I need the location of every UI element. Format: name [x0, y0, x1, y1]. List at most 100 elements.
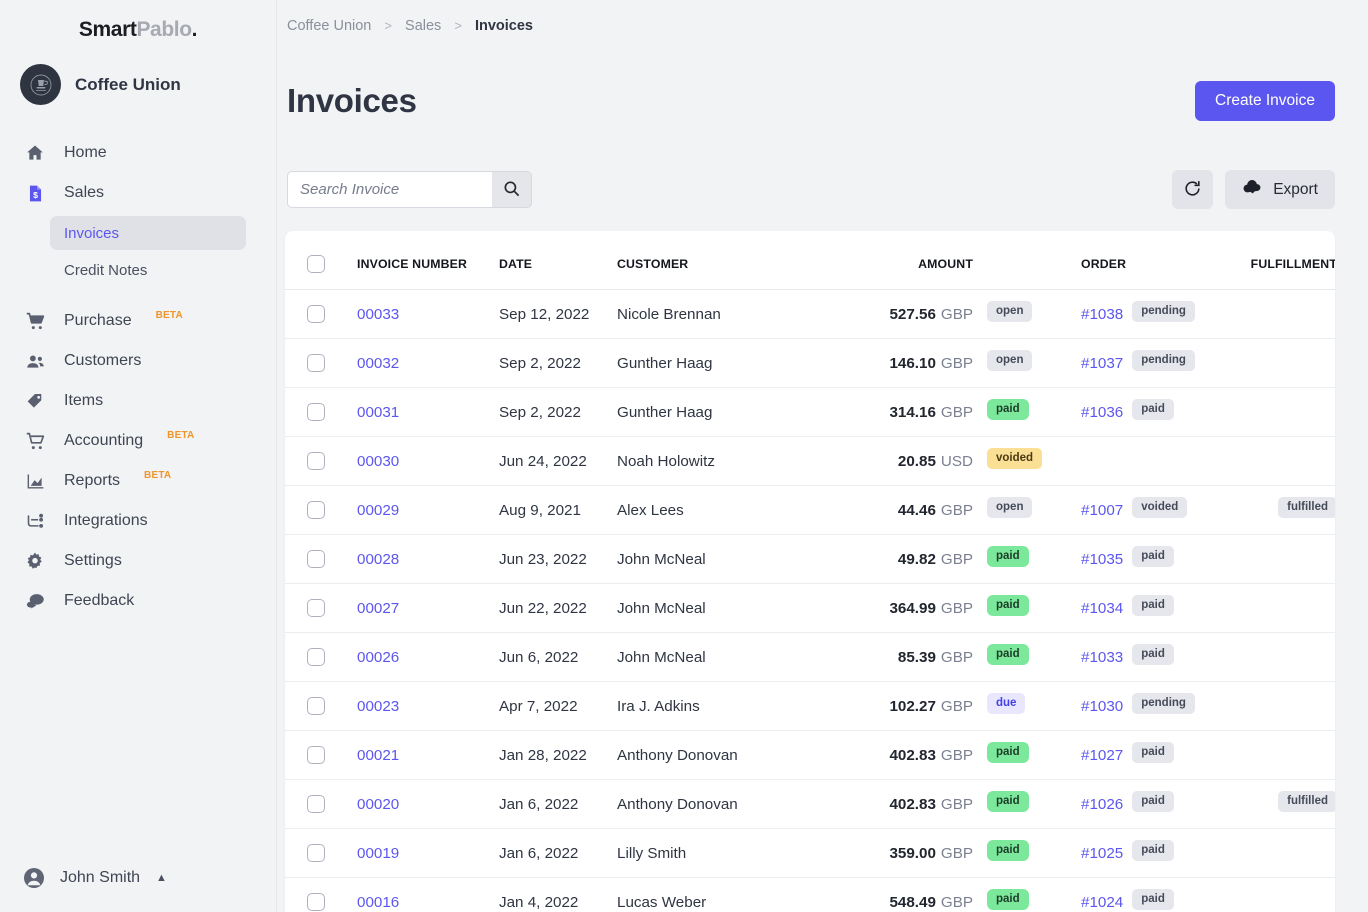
table-row[interactable]: 00032 Sep 2, 2022 Gunther Haag 146.10 GBP ope… [285, 338, 1335, 389]
row-checkbox[interactable] [307, 648, 325, 667]
breadcrumb-item-org[interactable]: Coffee Union [287, 18, 371, 34]
row-checkbox[interactable] [307, 305, 325, 324]
invoice-link[interactable]: 00026 [357, 649, 399, 666]
order-link[interactable]: #1034 [1081, 600, 1123, 617]
row-checkbox[interactable] [307, 746, 325, 765]
order-status-badge: pending [1132, 349, 1195, 371]
invoice-link[interactable]: 00028 [357, 551, 399, 568]
column-customer[interactable]: CUSTOMER [617, 231, 813, 291]
column-date[interactable]: DATE [499, 231, 617, 291]
invoice-link[interactable]: 00031 [357, 404, 399, 421]
create-invoice-button[interactable]: Create Invoice [1195, 81, 1335, 122]
order-link[interactable]: #1038 [1081, 306, 1123, 323]
order-link[interactable]: #1026 [1081, 796, 1123, 813]
order-link[interactable]: #1030 [1081, 698, 1123, 715]
search-button[interactable] [492, 171, 532, 209]
search-input[interactable] [287, 171, 492, 209]
invoice-link[interactable]: 00029 [357, 502, 399, 519]
table-body: 00033 Sep 12, 2022 Nicole Brennan 527.56 GBP… [285, 289, 1335, 912]
row-checkbox[interactable] [307, 795, 325, 814]
sidebar-item-customers[interactable]: Customers [0, 341, 276, 381]
amount-value: 85.39 [897, 648, 936, 666]
table-row[interactable]: 00029 Aug 9, 2021 Alex Lees 44.46 GBP open #10… [285, 485, 1335, 536]
table-row[interactable]: 00033 Sep 12, 2022 Nicole Brennan 527.56 GBP… [285, 289, 1335, 340]
invoice-link[interactable]: 00020 [357, 796, 399, 813]
cell-fulfillment: fulfilled [1226, 485, 1335, 536]
page-title: Invoices [287, 82, 417, 120]
invoice-link[interactable]: 00027 [357, 600, 399, 617]
table-row[interactable]: 00027 Jun 22, 2022 John McNeal 364.99 GBP pai… [285, 583, 1335, 634]
invoice-link[interactable]: 00032 [357, 355, 399, 372]
invoice-link[interactable]: 00016 [357, 894, 399, 911]
cell-date: Jun 6, 2022 [499, 632, 617, 683]
cell-fulfillment [1226, 387, 1335, 438]
table-row[interactable]: 00028 Jun 23, 2022 John McNeal 49.82 GBP paid… [285, 534, 1335, 585]
order-link[interactable]: #1027 [1081, 747, 1123, 764]
sidebar-item-feedback[interactable]: Feedback [0, 581, 276, 621]
status-badge: open [987, 496, 1033, 518]
table-row[interactable]: 00019 Jan 6, 2022 Lilly Smith 359.00 GBP paid… [285, 828, 1335, 879]
order-link[interactable]: #1024 [1081, 894, 1123, 911]
chevron-up-icon[interactable]: ▲ [156, 872, 167, 884]
cell-fulfillment: fulfilled [1226, 779, 1335, 830]
cell-status: paid [973, 828, 1081, 879]
sidebar-item-home[interactable]: Home [0, 133, 276, 173]
sidebar-item-invoices[interactable]: Invoices [50, 216, 246, 250]
column-fulfillment[interactable]: FULFILLMENT [1226, 231, 1335, 291]
row-checkbox[interactable] [307, 893, 325, 912]
invoice-link[interactable]: 00019 [357, 845, 399, 862]
invoice-link[interactable]: 00030 [357, 453, 399, 470]
select-all-checkbox[interactable] [307, 255, 325, 274]
row-checkbox[interactable] [307, 599, 325, 618]
invoice-link[interactable]: 00023 [357, 698, 399, 715]
row-checkbox[interactable] [307, 452, 325, 471]
sidebar-item-items[interactable]: Items [0, 381, 276, 421]
order-link[interactable]: #1036 [1081, 404, 1123, 421]
sidebar-item-reports[interactable]: Reports BETA [0, 461, 276, 501]
table-row[interactable]: 00016 Jan 4, 2022 Lucas Weber 548.49 GBP paid… [285, 877, 1335, 912]
sidebar-item-integrations[interactable]: Integrations [0, 501, 276, 541]
export-button[interactable]: Export [1225, 170, 1335, 210]
invoice-link[interactable]: 00033 [357, 306, 399, 323]
row-checkbox[interactable] [307, 403, 325, 422]
user-menu[interactable]: John Smith ▲ [0, 866, 276, 912]
order-link[interactable]: #1025 [1081, 845, 1123, 862]
sidebar-item-purchase[interactable]: Purchase BETA [0, 301, 276, 341]
column-invoice-number[interactable]: INVOICE NUMBER [357, 231, 499, 291]
org-switcher[interactable]: Coffee Union [0, 42, 276, 105]
cell-order: #1030 pending [1081, 681, 1226, 732]
amount-currency: GBP [940, 844, 973, 862]
row-checkbox[interactable] [307, 354, 325, 373]
sidebar-item-accounting[interactable]: Accounting BETA [0, 421, 276, 461]
row-checkbox[interactable] [307, 844, 325, 863]
table-row[interactable]: 00031 Sep 2, 2022 Gunther Haag 314.16 GBP pai… [285, 387, 1335, 438]
table-row[interactable]: 00020 Jan 6, 2022 Anthony Donovan 402.83 GBP… [285, 779, 1335, 830]
column-order[interactable]: ORDER [1081, 231, 1226, 291]
sidebar-item-settings[interactable]: Settings [0, 541, 276, 581]
cell-date: Jan 6, 2022 [499, 779, 617, 830]
breadcrumb-separator: > [454, 18, 462, 33]
cell-order: #1037 pending [1081, 338, 1226, 389]
row-checkbox[interactable] [307, 697, 325, 716]
brand-logo[interactable]: SmartPablo. [0, 0, 276, 42]
order-link[interactable]: #1007 [1081, 502, 1123, 519]
sidebar-item-credit-notes[interactable]: Credit Notes [50, 253, 246, 287]
sidebar-item-sales[interactable]: $ Sales [0, 173, 276, 213]
column-amount[interactable]: AMOUNT [813, 231, 973, 291]
order-link[interactable]: #1035 [1081, 551, 1123, 568]
row-checkbox[interactable] [307, 550, 325, 569]
row-checkbox[interactable] [307, 501, 325, 520]
invoice-link[interactable]: 00021 [357, 747, 399, 764]
order-link[interactable]: #1033 [1081, 649, 1123, 666]
breadcrumb-item-sales[interactable]: Sales [405, 18, 441, 34]
table-row[interactable]: 00021 Jan 28, 2022 Anthony Donovan 402.83 GB… [285, 730, 1335, 781]
beta-badge-purchase: BETA [155, 309, 183, 321]
cell-status: paid [973, 730, 1081, 781]
table-row[interactable]: 00026 Jun 6, 2022 John McNeal 85.39 GBP paid #… [285, 632, 1335, 683]
table-row[interactable]: 00030 Jun 24, 2022 Noah Holowitz 20.85 USD vo… [285, 436, 1335, 487]
order-link[interactable]: #1037 [1081, 355, 1123, 372]
table-row[interactable]: 00023 Apr 7, 2022 Ira J. Adkins 102.27 GBP du… [285, 681, 1335, 732]
cell-fulfillment [1226, 436, 1335, 487]
cell-customer: John McNeal [617, 534, 813, 585]
refresh-button[interactable] [1172, 170, 1214, 210]
